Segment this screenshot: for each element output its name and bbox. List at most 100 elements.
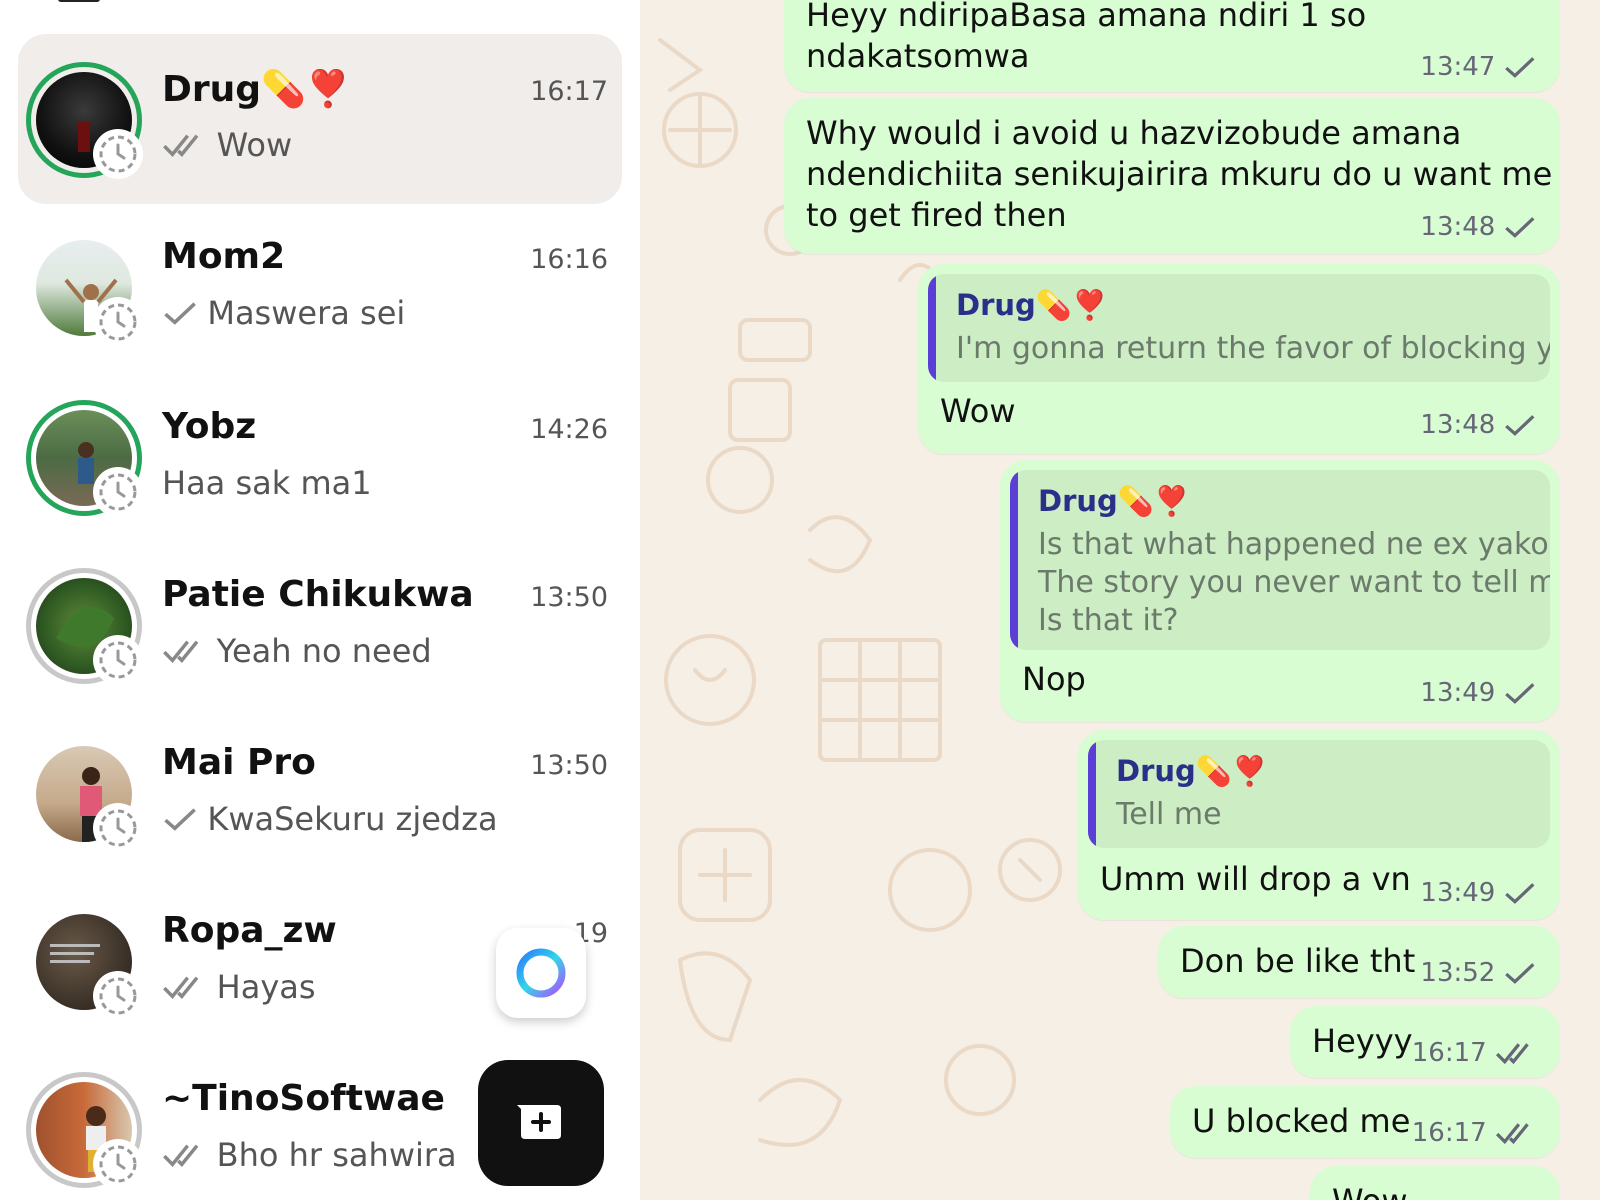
meta-ai-icon [516,948,566,998]
quote-accent-bar [1010,470,1018,650]
message-meta: 13:49 [1420,878,1538,908]
avatar[interactable] [26,736,143,853]
message-time: 16:17 [1411,1118,1487,1148]
chat-name: Ropa_zw [162,910,337,951]
message-text: Why would i avoid u hazvizobude amana [806,114,1462,152]
chat-preview: Maswera sei [162,294,405,332]
quoted-text: Is that what happened ne ex yako The sto… [1038,527,1550,638]
chat-preview-text: Hayas [216,968,316,1006]
message-time: 13:47 [1420,52,1496,82]
conversation-panel[interactable]: Heyy ndiripaBasa amana ndiri 1 so ndakat… [640,0,1600,1200]
chat-time: 14:26 [530,414,608,445]
check-icon [162,805,199,833]
message-time: 13:48 [1420,410,1496,440]
menu-icon[interactable] [58,0,100,2]
message-bubble[interactable]: Wow [1310,1166,1560,1200]
chat-time: 13:50 [530,750,608,781]
message-text: ndakatsomwa [806,37,1030,75]
message-meta: 16:17 [1412,1038,1538,1068]
quoted-author: Drug💊❣️ [1116,754,1268,788]
avatar[interactable] [26,62,143,179]
chat-preview-text: KwaSekuru zjedza [207,800,498,838]
quoted-message[interactable]: Drug💊❣️ Tell me [1088,740,1550,848]
message-text: Nop [1022,660,1086,698]
quoted-message[interactable]: Drug💊❣️ I'm gonna return the favor of bl… [928,274,1550,382]
message-bubble[interactable]: Heyy ndiripaBasa amana ndiri 1 so ndakat… [784,0,1560,92]
double-check-icon [162,973,209,1001]
status-update-icon [93,803,143,853]
chat-list: Drug💊❣️ 16:17 Wow Mom2 16:16 Maswera sei [0,0,640,1200]
status-update-icon [93,467,143,517]
chat-row-yobz[interactable]: Yobz 14:26 Haa sak ma1 [18,372,622,542]
double-check-icon [162,1141,209,1169]
quoted-message[interactable]: Drug💊❣️ Is that what happened ne ex yako… [1010,470,1550,650]
message-text: Wow [940,392,1016,430]
message-time: 13:49 [1420,878,1496,908]
message-time: 13:48 [1420,212,1496,242]
message-meta: 13:48 [1420,212,1538,242]
check-icon [1505,683,1535,704]
chat-preview-text: Wow [216,126,293,164]
message-text: U blocked me [1192,1102,1411,1140]
quote-accent-bar [1088,740,1096,848]
reply-message-bubble[interactable]: Drug💊❣️ Tell me Umm will drop a vn 13:49 [1078,730,1560,920]
message-meta: 13:47 [1420,52,1538,82]
chat-preview: Yeah no need [162,632,432,670]
message-meta: 13:49 [1420,678,1538,708]
message-text: Heyy ndiripaBasa amana ndiri 1 so [806,0,1367,34]
reply-message-bubble[interactable]: Drug💊❣️ I'm gonna return the favor of bl… [918,264,1560,454]
quote-accent-bar [928,274,936,382]
chat-time: 16:17 [530,76,608,107]
chat-row-patie-chikukwa[interactable]: Patie Chikukwa 13:50 Yeah no need [18,540,622,710]
message-text: Wow [1332,1180,1408,1200]
chat-row-mai-pro[interactable]: Mai Pro 13:50 KwaSekuru zjedza [18,708,622,878]
message-text: to get fired then [806,196,1067,234]
chat-time: 16:16 [530,244,608,275]
chat-name: ~TinoSoftwae [162,1078,445,1119]
chat-preview: Wow [162,126,292,164]
chat-name: Mai Pro [162,742,316,783]
message-bubble[interactable]: U blocked me 16:17 [1170,1086,1560,1158]
message-text: Heyyy [1312,1022,1413,1060]
check-icon [162,299,199,327]
meta-ai-button[interactable] [496,928,586,1018]
avatar[interactable] [26,400,143,517]
avatar[interactable] [26,904,143,1021]
chat-name: Yobz [162,406,257,447]
chat-row-drug[interactable]: Drug💊❣️ 16:17 Wow [18,34,622,204]
check-icon [1505,415,1535,436]
chat-preview: KwaSekuru zjedza [162,800,498,838]
message-text: ndendichiita senikujairira mkuru do u wa… [806,155,1553,193]
message-text: Umm will drop a vn [1100,860,1411,898]
message-bubble[interactable]: Don be like tht 13:52 [1158,926,1560,998]
new-chat-button[interactable] [478,1060,604,1186]
check-icon [1505,883,1535,904]
new-chat-icon [517,1105,561,1139]
status-update-icon [93,971,143,1021]
check-icon [1505,57,1535,78]
avatar[interactable] [26,1072,143,1189]
status-update-icon [93,635,143,685]
chat-name: Patie Chikukwa [162,574,474,615]
message-time: 13:49 [1420,678,1496,708]
message-bubble[interactable]: Why would i avoid u hazvizobude amana nd… [784,98,1560,254]
double-check-icon [1495,1043,1529,1065]
message-meta: 16:17 [1412,1118,1538,1148]
double-check-icon [1495,1123,1529,1145]
chat-preview-text: Yeah no need [216,632,432,670]
message-meta: 13:48 [1420,410,1538,440]
chat-row-mom2[interactable]: Mom2 16:16 Maswera sei [18,202,622,372]
reply-message-bubble[interactable]: Drug💊❣️ Is that what happened ne ex yako… [1000,460,1560,722]
check-icon [1505,963,1535,984]
message-time: 16:17 [1411,1038,1487,1068]
chat-preview-text: Bho hr sahwira [216,1136,457,1174]
chat-preview: Bho hr sahwira [162,1136,457,1174]
chat-preview: Haa sak ma1 [162,464,372,502]
status-update-icon [93,129,143,179]
chat-name: Mom2 [162,236,286,277]
avatar[interactable] [26,230,143,347]
avatar[interactable] [26,568,143,685]
quoted-text: I'm gonna return the favor of blocking y… [956,331,1550,366]
message-bubble[interactable]: Heyyy 16:17 [1290,1006,1560,1078]
message-time: 13:52 [1420,958,1496,988]
